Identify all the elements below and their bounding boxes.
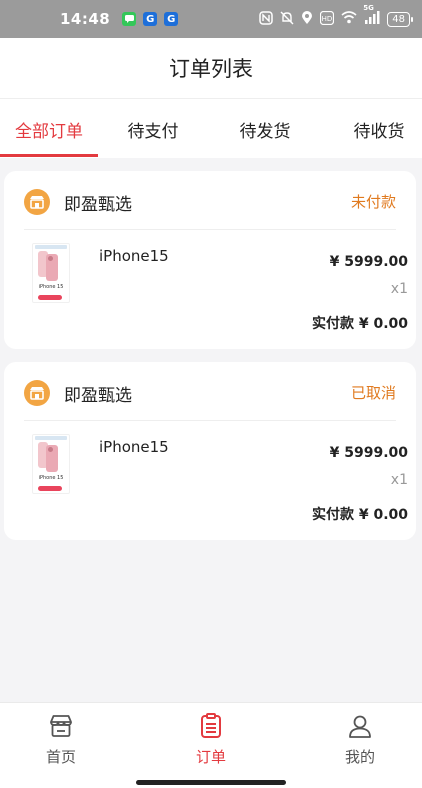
- shop-row: 即盈甄选 未付款: [4, 171, 416, 229]
- home-indicator[interactable]: [136, 780, 286, 785]
- tab-pending-receipt[interactable]: 待收货: [322, 99, 422, 159]
- paid-amount: 实付款 ¥ 0.00: [311, 507, 408, 523]
- divider: [24, 229, 396, 230]
- store-icon: [24, 189, 50, 215]
- mute-icon: [280, 11, 294, 28]
- nav-profile[interactable]: 我的: [310, 713, 410, 773]
- order-card[interactable]: 即盈甄选 已取消 iPhone 15 iPhone15 ¥ 5999.00 x1…: [4, 362, 416, 540]
- g-app-icon: G: [164, 12, 179, 26]
- product-price: ¥ 5999.00: [329, 254, 408, 270]
- order-tabs: 全部订单 待支付 待发货 待收货: [0, 98, 422, 158]
- page-header: 订单列表: [0, 38, 422, 98]
- order-list-icon: [201, 713, 221, 738]
- tab-pending-payment[interactable]: 待支付: [98, 99, 208, 159]
- svg-text:HD: HD: [322, 15, 333, 23]
- active-tab-indicator: [0, 154, 98, 157]
- order-status: 未付款: [350, 193, 396, 211]
- nfc-icon: [259, 10, 274, 28]
- wifi-icon: [341, 11, 357, 27]
- signal-icon: 5G: [363, 4, 380, 27]
- nav-home-label: 首页: [45, 748, 76, 766]
- battery-icon: 48: [387, 11, 413, 27]
- nav-orders[interactable]: 订单: [161, 713, 261, 773]
- status-time: 14:48: [60, 10, 111, 28]
- shop-name: 即盈甄选: [64, 386, 132, 406]
- order-card[interactable]: 即盈甄选 未付款 iPhone 15 iPhone15 ¥ 5999.00 x1…: [4, 171, 416, 349]
- nav-profile-label: 我的: [344, 748, 375, 766]
- paid-amount: 实付款 ¥ 0.00: [311, 316, 408, 332]
- product-image[interactable]: iPhone 15: [32, 243, 70, 303]
- shop-name: 即盈甄选: [64, 195, 132, 215]
- product-quantity: x1: [390, 281, 408, 297]
- store-icon: [50, 715, 72, 737]
- store-icon: [24, 380, 50, 406]
- divider: [24, 420, 396, 421]
- user-icon: [349, 715, 371, 738]
- product-name: iPhone15: [99, 438, 169, 456]
- order-status: 已取消: [350, 384, 396, 402]
- g-app-icon: G: [143, 12, 158, 26]
- product-name: iPhone15: [99, 247, 169, 265]
- nav-home[interactable]: 首页: [11, 713, 111, 773]
- page-title: 订单列表: [169, 57, 253, 81]
- tab-pending-shipment[interactable]: 待发货: [208, 99, 322, 159]
- product-image[interactable]: iPhone 15: [32, 434, 70, 494]
- location-icon: [301, 10, 313, 28]
- bottom-nav: 首页 订单 我的: [0, 702, 422, 788]
- nav-orders-label: 订单: [195, 748, 226, 766]
- tab-all-orders[interactable]: 全部订单: [0, 99, 98, 159]
- product-quantity: x1: [390, 472, 408, 488]
- message-app-icon: [122, 12, 137, 26]
- shop-row: 即盈甄选 已取消: [4, 362, 416, 420]
- hd-icon: HD: [320, 10, 335, 28]
- status-bar: 14:48 G G HD 5G 48: [0, 0, 422, 38]
- product-price: ¥ 5999.00: [329, 445, 408, 461]
